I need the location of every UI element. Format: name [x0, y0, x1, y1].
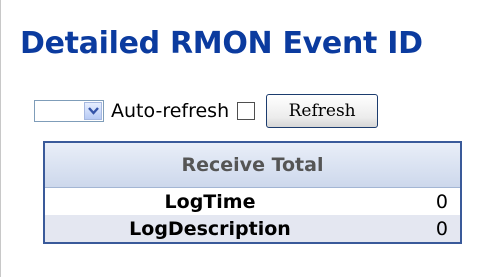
row-value: 0 [375, 187, 461, 215]
refresh-interval-select[interactable] [34, 100, 104, 122]
chevron-down-icon[interactable] [84, 102, 102, 120]
receive-total-table: Receive Total LogTime 0 LogDescription 0 [43, 141, 462, 244]
row-label: LogTime [44, 187, 375, 215]
page-title: Detailed RMON Event ID [20, 26, 423, 61]
table-row: LogDescription 0 [44, 215, 461, 243]
row-label: LogDescription [44, 215, 375, 243]
refresh-controls: Auto-refresh Refresh [34, 94, 379, 128]
row-value: 0 [375, 215, 461, 243]
auto-refresh-label: Auto-refresh [111, 100, 230, 122]
table-row: LogTime 0 [44, 187, 461, 215]
refresh-button[interactable]: Refresh [266, 94, 379, 128]
auto-refresh-checkbox[interactable] [237, 102, 256, 120]
page-left-border [0, 0, 1, 277]
table-header: Receive Total [43, 141, 462, 188]
